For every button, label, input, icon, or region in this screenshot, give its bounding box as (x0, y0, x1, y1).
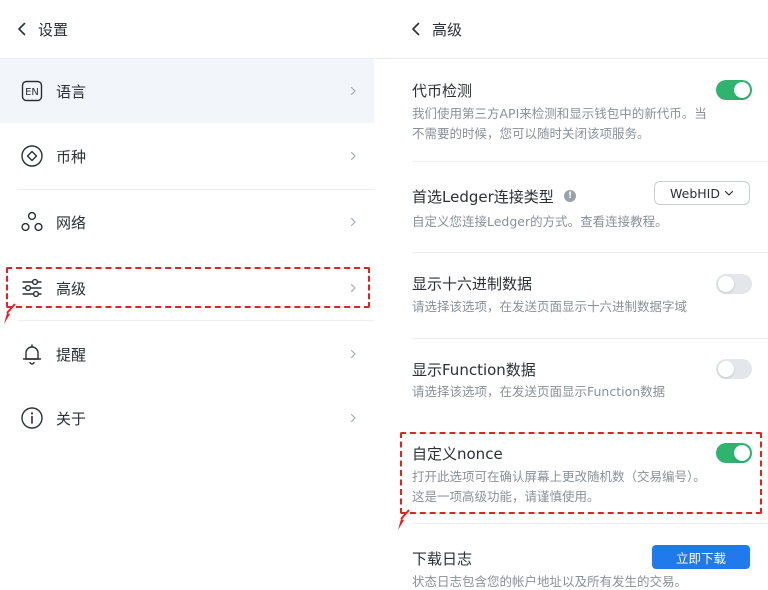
pointer-arrow-icon (398, 509, 410, 530)
chevron-right-icon (350, 217, 356, 227)
setting-description: 我们使用第三方API来检测和显示钱包中的新代币。当 不需要的时候，您可以随时关闭… (412, 104, 752, 144)
menu-item-network[interactable]: 网络 (0, 190, 374, 254)
menu-item-advanced[interactable]: 高级 (0, 256, 374, 320)
settings-header: 设置 (0, 0, 374, 59)
setting-description-line: 这是一项高级功能，请谨慎使用。 (412, 489, 600, 504)
ledger-connection-select[interactable]: WebHID (654, 181, 750, 205)
menu-label-language: 语言 (56, 82, 87, 101)
menu-label-network: 网络 (56, 213, 87, 232)
advanced-header: 高级 (376, 0, 768, 59)
setting-custom-nonce: 自定义nonce 打开此选项可在确认屏幕上更改随机数（交易编号）。 这是一项高级… (412, 434, 768, 524)
setting-title: 显示十六进制数据 (412, 275, 533, 293)
setting-description-line: 不需要的时候，您可以随时关闭该项服务。 (412, 126, 650, 141)
menu-divider (18, 320, 374, 321)
chevron-right-icon (350, 413, 356, 423)
advanced-panel: 高级 代币检测 我们使用第三方API来检测和显示钱包中的新代币。当 不需要的时候… (376, 0, 768, 590)
chevron-left-icon (412, 22, 420, 36)
setting-function-data: 显示Function数据 请选择该选项，在发送页面显示Function数据 (412, 339, 768, 423)
download-logs-button[interactable]: 立即下载 (652, 545, 750, 569)
chevron-right-icon (350, 86, 356, 96)
setting-title: 自定义nonce (412, 445, 503, 463)
setting-description: 状态日志包含您的帐户地址以及所有发生的交易。 (412, 574, 688, 589)
back-button[interactable] (408, 21, 424, 37)
chevron-down-icon (724, 190, 734, 196)
info-icon[interactable]: ! (564, 190, 576, 202)
setting-title: 下载日志 (412, 550, 473, 568)
network-icon (20, 210, 44, 234)
custom-nonce-toggle[interactable] (716, 443, 752, 463)
setting-description: 自定义您连接Ledger的方式。查看连接教程。 (412, 214, 668, 229)
menu-label-advanced: 高级 (56, 279, 87, 298)
page-title: 高级 (432, 20, 463, 39)
menu-label-about: 关于 (56, 409, 87, 428)
menu-item-reminder[interactable]: 提醒 (0, 322, 374, 386)
currency-icon (20, 144, 44, 168)
function-data-toggle[interactable] (716, 359, 752, 379)
app-root: 设置 EN 语言 币种 网络 高级 提醒 关于 高级 代币检测 我们使用第三方A… (0, 0, 768, 590)
setting-description: 请选择该选项，在发送页面显示Function数据 (412, 384, 666, 399)
setting-hex-data: 显示十六进制数据 请选择该选项，在发送页面显示十六进制数据字域 (412, 253, 768, 339)
setting-description-line: 打开此选项可在确认屏幕上更改随机数（交易编号）。 (412, 469, 706, 484)
setting-title: 首选Ledger连接类型 (412, 188, 554, 206)
menu-item-language[interactable]: EN 语言 (0, 59, 374, 123)
setting-title: 代币检测 (412, 82, 473, 100)
menu-item-about[interactable]: 关于 (0, 386, 374, 450)
menu-label-currency: 币种 (56, 147, 87, 166)
menu-item-currency[interactable]: 币种 (0, 124, 374, 188)
sliders-icon (20, 276, 44, 300)
setting-description-line: 我们使用第三方API来检测和显示钱包中的新代币。当 (412, 106, 707, 121)
setting-ledger-connection: 首选Ledger连接类型 ! WebHID 自定义您连接Ledger的方式。查看… (412, 162, 768, 253)
bell-icon (20, 342, 44, 366)
svg-text:EN: EN (25, 87, 39, 98)
setting-token-detection: 代币检测 我们使用第三方API来检测和显示钱包中的新代币。当 不需要的时候，您可… (412, 78, 768, 162)
select-value: WebHID (670, 185, 720, 201)
language-en-icon: EN (20, 79, 44, 103)
chevron-right-icon (350, 151, 356, 161)
info-icon (20, 406, 44, 430)
setting-description: 请选择该选项，在发送页面显示十六进制数据字域 (412, 299, 688, 314)
toggle-knob (718, 361, 734, 377)
setting-description: 打开此选项可在确认屏幕上更改随机数（交易编号）。 这是一项高级功能，请谨慎使用。 (412, 467, 752, 507)
toggle-knob (734, 445, 750, 461)
chevron-right-icon (350, 349, 356, 359)
chevron-right-icon (350, 283, 356, 293)
settings-panel: 设置 EN 语言 币种 网络 高级 提醒 关于 (0, 0, 374, 590)
chevron-left-icon (18, 22, 26, 36)
setting-title: 显示Function数据 (412, 361, 536, 379)
back-button[interactable] (14, 21, 30, 37)
setting-download-logs: 下载日志 立即下载 状态日志包含您的帐户地址以及所有发生的交易。 (412, 524, 768, 590)
toggle-knob (718, 276, 734, 292)
page-title: 设置 (38, 20, 69, 39)
menu-label-reminder: 提醒 (56, 345, 87, 364)
token-detection-toggle[interactable] (716, 80, 752, 100)
hex-data-toggle[interactable] (716, 274, 752, 294)
toggle-knob (734, 82, 750, 98)
